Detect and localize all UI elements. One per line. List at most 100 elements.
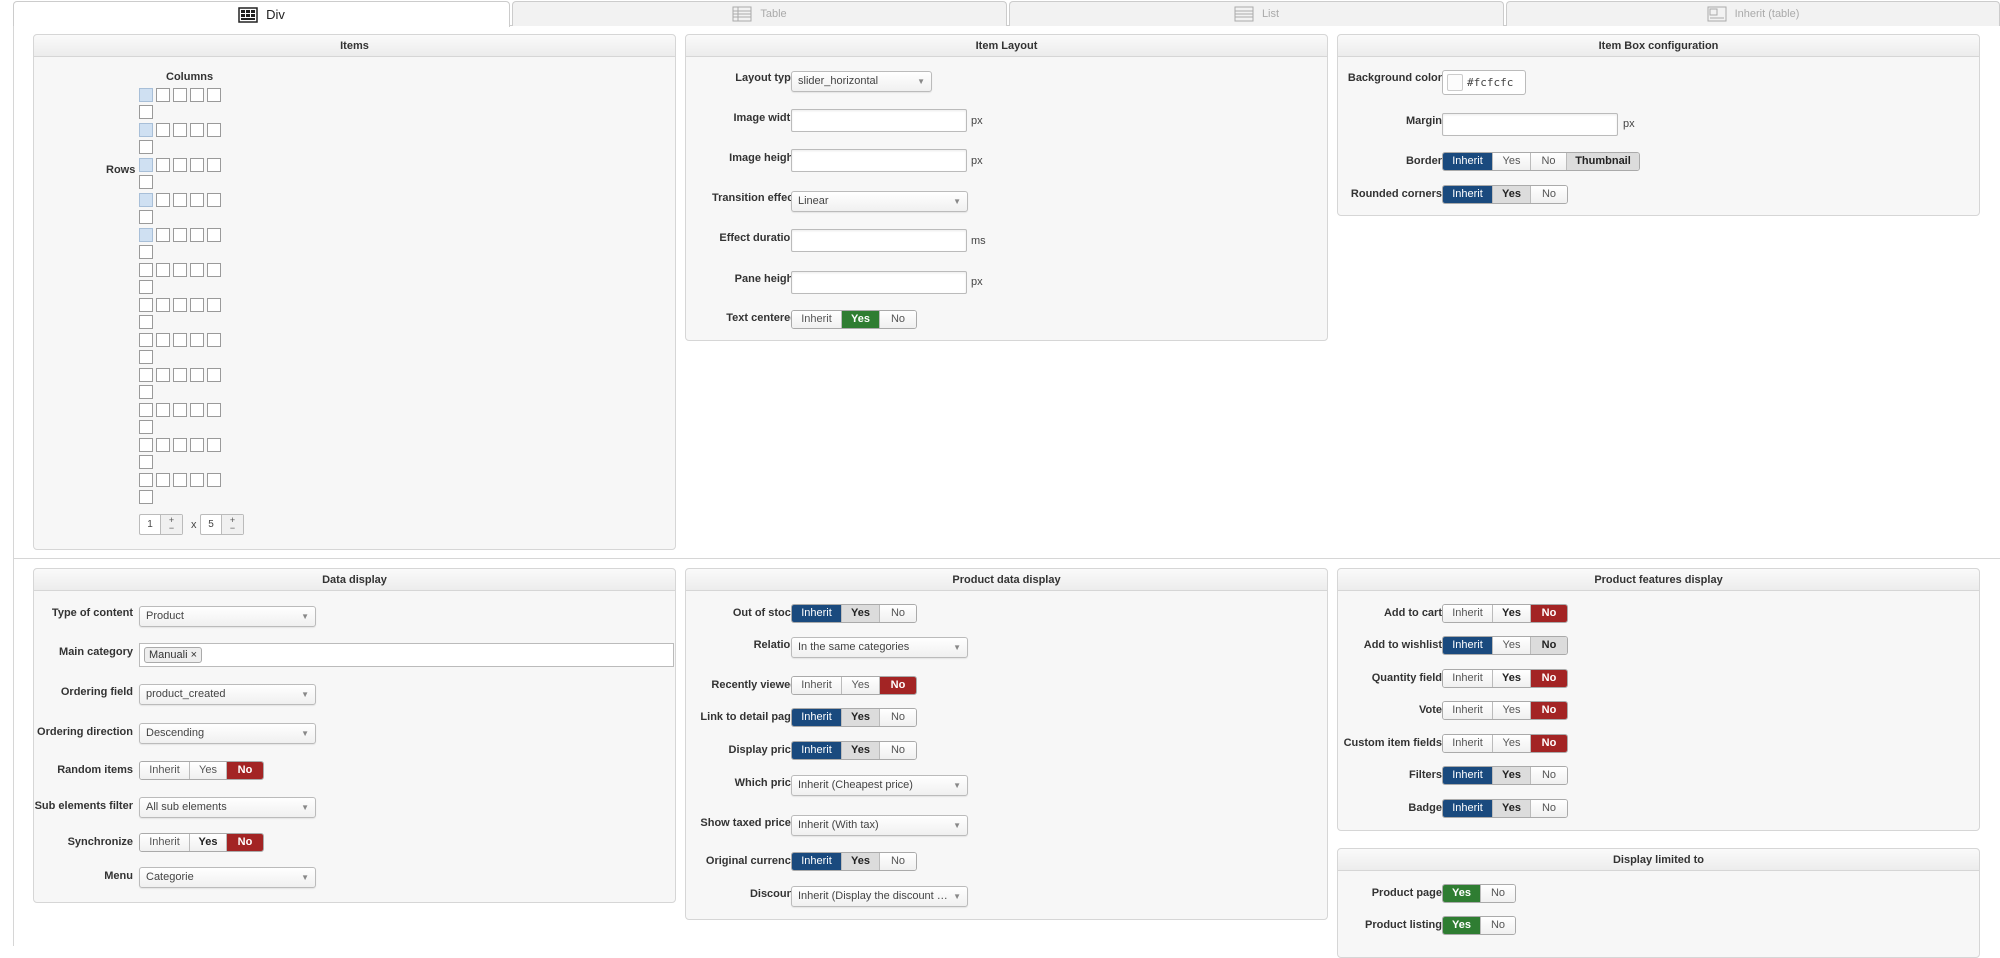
grid-cell[interactable] (156, 263, 170, 277)
rows-increment-decrement[interactable]: + − (160, 515, 182, 534)
option-yes[interactable]: Yes (842, 605, 880, 622)
display-price-toggle[interactable]: Inherit Yes No (791, 741, 917, 760)
option-yes[interactable]: Yes (1493, 153, 1531, 170)
option-inherit[interactable]: Inherit (1443, 605, 1493, 622)
grid-cell[interactable] (139, 175, 153, 189)
grid-cell[interactable] (190, 438, 204, 452)
option-inherit[interactable]: Inherit (1443, 637, 1493, 654)
option-thumbnail[interactable]: Thumbnail (1567, 153, 1639, 170)
option-yes[interactable]: Yes (842, 742, 880, 759)
grid-cell[interactable] (190, 158, 204, 172)
grid-cell[interactable] (207, 403, 221, 417)
grid-cell[interactable] (207, 123, 221, 137)
main-category-input[interactable]: Manuali × (139, 643, 674, 667)
option-no[interactable]: No (1531, 702, 1567, 719)
filters-toggle[interactable]: Inherit Yes No (1442, 766, 1568, 785)
option-yes[interactable]: Yes (1493, 767, 1531, 784)
option-inherit[interactable]: Inherit (792, 677, 842, 694)
option-no[interactable]: No (227, 762, 263, 779)
menu-select[interactable]: Categorie ▼ (139, 867, 316, 888)
cols-increment-decrement[interactable]: + − (221, 515, 243, 534)
grid-cell[interactable] (139, 298, 153, 312)
grid-cell[interactable] (207, 158, 221, 172)
rows-stepper[interactable]: 1 + − (139, 514, 183, 535)
product-page-toggle[interactable]: Yes No (1442, 884, 1516, 903)
cols-stepper[interactable]: 5 + − (200, 514, 244, 535)
option-no[interactable]: No (880, 605, 916, 622)
grid-cell[interactable] (139, 280, 153, 294)
grid-cell[interactable] (173, 228, 187, 242)
grid-cell[interactable] (207, 473, 221, 487)
option-inherit[interactable]: Inherit (792, 742, 842, 759)
grid-cell[interactable] (173, 88, 187, 102)
option-no[interactable]: No (1531, 767, 1567, 784)
option-yes[interactable]: Yes (842, 853, 880, 870)
random-items-toggle[interactable]: Inherit Yes No (139, 761, 264, 780)
grid-cell[interactable] (173, 438, 187, 452)
grid-cell[interactable] (190, 193, 204, 207)
grid-cell[interactable] (190, 368, 204, 382)
rounded-corners-toggle[interactable]: Inherit Yes No (1442, 185, 1568, 204)
grid-cell[interactable] (139, 350, 153, 364)
option-no[interactable]: No (1531, 670, 1567, 687)
grid-cell[interactable] (207, 263, 221, 277)
grid-cell[interactable] (139, 245, 153, 259)
grid-cell[interactable] (139, 193, 153, 207)
tab-list[interactable]: List (1009, 1, 1504, 26)
add-to-cart-toggle[interactable]: Inherit Yes No (1442, 604, 1568, 623)
grid-cell[interactable] (139, 490, 153, 504)
grid-cell[interactable] (207, 193, 221, 207)
which-price-select[interactable]: Inherit (Cheapest price) ▼ (791, 775, 968, 796)
grid-cell[interactable] (156, 403, 170, 417)
grid-cell[interactable] (173, 368, 187, 382)
add-to-wishlist-toggle[interactable]: Inherit Yes No (1442, 636, 1568, 655)
option-inherit[interactable]: Inherit (1443, 702, 1493, 719)
grid-cell[interactable] (156, 438, 170, 452)
grid-cell[interactable] (139, 315, 153, 329)
remove-tag-icon[interactable]: × (191, 649, 197, 661)
option-no[interactable]: No (1481, 917, 1515, 934)
grid-cell[interactable] (173, 333, 187, 347)
product-listing-toggle[interactable]: Yes No (1442, 916, 1516, 935)
custom-item-fields-toggle[interactable]: Inherit Yes No (1442, 734, 1568, 753)
original-currency-toggle[interactable]: Inherit Yes No (791, 852, 917, 871)
option-no[interactable]: No (1531, 800, 1567, 817)
option-inherit[interactable]: Inherit (1443, 670, 1493, 687)
grid-cell[interactable] (156, 228, 170, 242)
option-yes[interactable]: Yes (1443, 917, 1481, 934)
option-no[interactable]: No (880, 709, 916, 726)
grid-cell[interactable] (139, 105, 153, 119)
grid-cell[interactable] (156, 473, 170, 487)
grid-cell[interactable] (207, 368, 221, 382)
option-inherit[interactable]: Inherit (792, 853, 842, 870)
ordering-field-select[interactable]: product_created ▼ (139, 684, 316, 705)
grid-cell[interactable] (139, 385, 153, 399)
grid-cell[interactable] (139, 420, 153, 434)
option-yes[interactable]: Yes (842, 709, 880, 726)
show-taxed-select[interactable]: Inherit (With tax) ▼ (791, 815, 968, 836)
badge-toggle[interactable]: Inherit Yes No (1442, 799, 1568, 818)
option-yes[interactable]: Yes (190, 834, 227, 851)
option-inherit[interactable]: Inherit (1443, 186, 1493, 203)
option-yes[interactable]: Yes (1493, 800, 1531, 817)
vote-toggle[interactable]: Inherit Yes No (1442, 701, 1568, 720)
option-yes[interactable]: Yes (842, 311, 880, 328)
recently-viewed-toggle[interactable]: Inherit Yes No (791, 676, 917, 695)
discount-select[interactable]: Inherit (Display the discount a... ▼ (791, 886, 968, 907)
option-yes[interactable]: Yes (1493, 702, 1531, 719)
effect-duration-input[interactable] (791, 229, 967, 252)
grid-cell[interactable] (190, 123, 204, 137)
relation-select[interactable]: In the same categories ▼ (791, 637, 968, 658)
option-yes[interactable]: Yes (190, 762, 227, 779)
grid-cell[interactable] (139, 473, 153, 487)
grid-cell[interactable] (207, 298, 221, 312)
tab-table[interactable]: Table (512, 1, 1007, 26)
grid-cell[interactable] (156, 333, 170, 347)
grid-cell[interactable] (207, 88, 221, 102)
quantity-field-toggle[interactable]: Inherit Yes No (1442, 669, 1568, 688)
pane-height-input[interactable] (791, 271, 967, 294)
option-inherit[interactable]: Inherit (1443, 767, 1493, 784)
option-no[interactable]: No (880, 311, 916, 328)
option-inherit[interactable]: Inherit (140, 762, 190, 779)
option-yes[interactable]: Yes (1493, 186, 1531, 203)
